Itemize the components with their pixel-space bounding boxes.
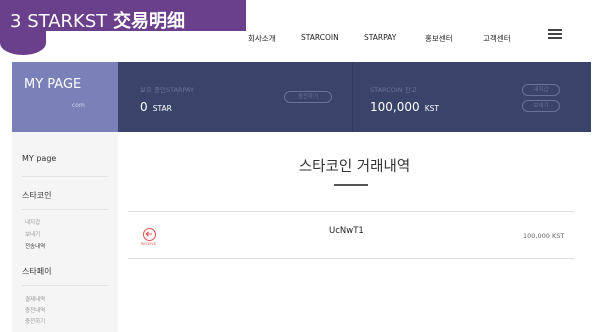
- transaction-type: RECEIVE: [141, 242, 156, 246]
- wallet-button[interactable]: 내지갑: [522, 84, 560, 96]
- sidebar-item-charge-history[interactable]: 충전내역: [25, 306, 45, 314]
- transaction-id: UcNwT1: [329, 226, 364, 236]
- banner-title: 3 STARKST 交易明细: [10, 7, 185, 33]
- sidebar-item-wallet[interactable]: 내지갑: [25, 218, 40, 226]
- banner-title-cjk: 交易明细: [113, 11, 185, 32]
- page-title: 스타코인 거래내역: [298, 159, 411, 175]
- sidebar-title: MY page: [22, 154, 57, 163]
- nav-item-starpay[interactable]: STARPAY: [364, 33, 396, 42]
- starcoin-unit: KST: [424, 104, 439, 113]
- sidebar-divider: [22, 209, 108, 210]
- mypage-title: MY PAGE: [24, 77, 82, 92]
- sidebar-item-send[interactable]: 보내기: [25, 230, 40, 238]
- band-divider: [352, 62, 353, 132]
- banner-title-latin: STARKST: [27, 11, 108, 32]
- title-banner: 3 STARKST 交易明细: [0, 0, 246, 33]
- account-summary-band: MY PAGE com 보유 중인STARPAY 0 STAR 충전하기 STA…: [12, 62, 591, 132]
- nav-item-starcoin[interactable]: STARCOIN: [301, 33, 339, 42]
- nav-item-pr-center[interactable]: 홍보센터: [425, 33, 453, 44]
- sidebar-item-history[interactable]: 전송내역: [25, 242, 45, 250]
- nav-item-company[interactable]: 회사소개: [248, 33, 276, 44]
- charge-button[interactable]: 충전하기: [284, 91, 332, 103]
- starpay-value: 0: [140, 100, 148, 114]
- title-underline: [334, 184, 368, 186]
- hamburger-icon[interactable]: [548, 28, 562, 40]
- sidebar-section-starcoin[interactable]: 스타코인: [22, 190, 51, 201]
- starpay-balance: 0 STAR: [140, 96, 172, 115]
- mypage-box: MY PAGE com: [12, 62, 118, 132]
- sidebar-item-payments[interactable]: 결제내역: [25, 295, 45, 303]
- starcoin-label: STARCOIN 잔고: [370, 86, 417, 94]
- sidebar: MY page 스타코인 내지갑 보내기 전송내역 스타페이 결제내역 충전내역…: [12, 132, 118, 332]
- sidebar-divider: [22, 285, 108, 286]
- receive-icon: [143, 228, 156, 241]
- send-button[interactable]: 보내기: [522, 100, 560, 112]
- banner-number: 3: [10, 11, 22, 32]
- transaction-amount: 100,000 KST: [523, 232, 565, 240]
- mypage-subtitle: com: [72, 102, 85, 109]
- sidebar-item-charge[interactable]: 충전하기: [25, 317, 45, 325]
- starcoin-balance: 100,000 KST: [370, 96, 439, 115]
- table-divider: [128, 211, 574, 212]
- starpay-unit: STAR: [152, 104, 172, 113]
- banner-tail: [0, 31, 46, 55]
- sidebar-divider: [22, 176, 108, 177]
- table-divider: [128, 258, 574, 259]
- starpay-label: 보유 중인STARPAY: [140, 86, 194, 94]
- starcoin-value: 100,000: [370, 100, 420, 114]
- nav-item-customer-center[interactable]: 고객센터: [483, 33, 511, 44]
- sidebar-section-starpay[interactable]: 스타페이: [22, 266, 51, 277]
